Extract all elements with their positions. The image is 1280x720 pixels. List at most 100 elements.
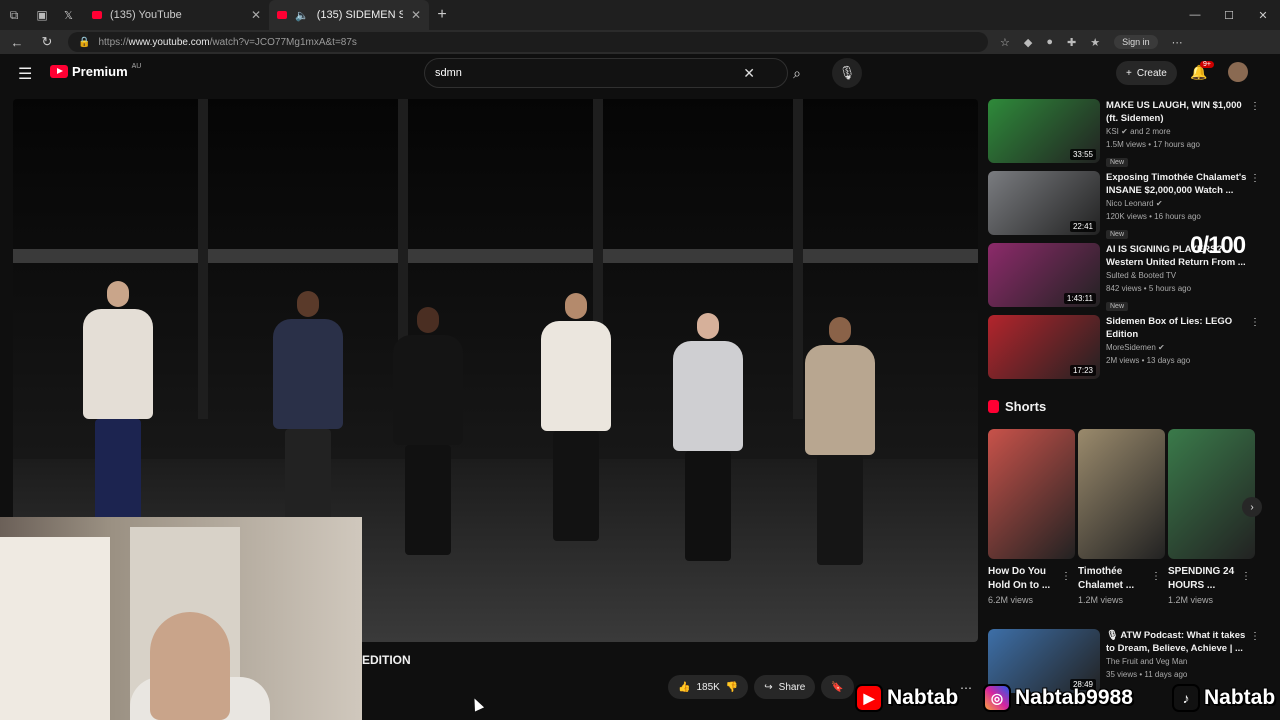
- share-button[interactable]: ↪ Share: [754, 675, 816, 699]
- kebab-menu-icon[interactable]: ⋮: [1061, 571, 1071, 582]
- sign-in-button[interactable]: Sign in: [1114, 35, 1158, 49]
- youtube-favicon-icon: [277, 11, 287, 19]
- youtube-premium-logo[interactable]: Premium AU: [50, 63, 141, 79]
- puzzle-icon[interactable]: ✚: [1067, 36, 1076, 49]
- short-title[interactable]: SPENDING 24 HOURS ...: [1168, 565, 1238, 593]
- short-title[interactable]: How Do You Hold On to ...: [988, 565, 1058, 593]
- short-thumbnail[interactable]: [1168, 429, 1255, 559]
- video-pillar: [793, 99, 803, 419]
- maximize-icon[interactable]: ☐: [1212, 9, 1246, 22]
- channel-name[interactable]: MoreSidemen: [1106, 343, 1156, 352]
- video-thumbnail[interactable]: 22:41: [988, 171, 1100, 235]
- kebab-menu-icon[interactable]: ⋮: [1250, 631, 1260, 642]
- search-input[interactable]: sdmn ✕ ⌕: [424, 58, 801, 88]
- shorts-heading: Shorts: [988, 399, 1046, 414]
- video-thumbnail[interactable]: 33:55: [988, 99, 1100, 163]
- tab-actions-icon[interactable]: ▣: [28, 0, 56, 30]
- share-label: Share: [778, 681, 806, 693]
- verified-icon: ✔: [1158, 343, 1165, 352]
- duration-badge: 17:23: [1069, 365, 1096, 376]
- back-icon[interactable]: ←: [8, 35, 26, 50]
- share-icon: ↪: [764, 681, 773, 693]
- save-button[interactable]: 🔖: [821, 675, 854, 699]
- tab-youtube-home[interactable]: (135) YouTube ✕: [84, 0, 269, 30]
- video-beam: [13, 249, 978, 263]
- thumbs-up-icon: 👍: [678, 681, 691, 693]
- new-tab-icon[interactable]: +: [429, 6, 455, 24]
- channel-name[interactable]: KSI: [1106, 127, 1119, 136]
- video-meta: 1.5M views • 17 hours ago: [1106, 140, 1200, 149]
- short-item[interactable]: SPENDING 24 HOURS ... 1.2M views ⋮: [1168, 429, 1255, 605]
- tab-title: (135) YouTube: [110, 9, 182, 21]
- avatar[interactable]: [1228, 62, 1248, 82]
- webcam-face: [150, 612, 230, 720]
- recommended-video[interactable]: 22:41 Exposing Timothée Chalamet's INSAN…: [988, 171, 1268, 239]
- mic-icon[interactable]: 🎙: [832, 58, 862, 88]
- clear-search-icon[interactable]: ✕: [743, 65, 755, 82]
- kebab-menu-icon[interactable]: ⋮: [1250, 173, 1260, 184]
- bookmark-icon: 🔖: [831, 681, 844, 693]
- video-title[interactable]: Exposing Timothée Chalamet's INSANE $2,0…: [1106, 171, 1254, 197]
- kebab-menu-icon[interactable]: ⋮: [1250, 101, 1260, 112]
- new-badge: New: [1106, 230, 1129, 239]
- youtube-logo-icon: ▶: [855, 684, 883, 712]
- video-pillar: [198, 99, 208, 419]
- close-window-icon[interactable]: ✕: [1246, 9, 1280, 22]
- video-title[interactable]: 🎙 ATW Podcast: What it takes to Dream, B…: [1106, 629, 1254, 655]
- favorite-star-icon[interactable]: ☆: [1000, 36, 1010, 49]
- channel-name[interactable]: Nico Leonard: [1106, 199, 1154, 208]
- verified-icon: ✔: [1121, 127, 1128, 136]
- kebab-menu-icon[interactable]: ⋮: [1151, 571, 1161, 582]
- create-button[interactable]: + Create: [1116, 61, 1177, 85]
- score-overlay: 0/100: [1190, 232, 1246, 259]
- channel-name[interactable]: Sulted & Booted TV: [1106, 269, 1254, 282]
- like-button[interactable]: 👍 185K 👎: [668, 675, 749, 699]
- video-meta: 120K views • 16 hours ago: [1106, 212, 1201, 221]
- speaker-icon[interactable]: 🔈: [295, 9, 309, 22]
- short-title[interactable]: Timothée Chalamet ...: [1078, 565, 1148, 593]
- tab-sidemen-video[interactable]: 🔈 (135) SIDEMEN SPEND $100 ✕: [269, 0, 429, 30]
- notification-count-badge: 9+: [1200, 61, 1214, 68]
- close-tab-icon[interactable]: ✕: [411, 8, 421, 22]
- short-item[interactable]: How Do You Hold On to ... 6.2M views ⋮: [988, 429, 1075, 605]
- lock-icon[interactable]: 🔒: [78, 37, 90, 48]
- tab-title: (135) SIDEMEN SPEND $100: [316, 9, 403, 21]
- menu-icon[interactable]: ☰: [18, 64, 32, 84]
- extension-icon[interactable]: ◆: [1024, 36, 1032, 49]
- short-item[interactable]: Timothée Chalamet ... 1.2M views ⋮: [1078, 429, 1165, 605]
- extension-icon[interactable]: ●: [1046, 36, 1053, 48]
- more-icon[interactable]: ⋯: [1172, 36, 1183, 49]
- channel-name[interactable]: The Fruit and Veg Man: [1106, 655, 1254, 668]
- video-title[interactable]: MAKE US LAUGH, WIN $1,000 (ft. Sidemen): [1106, 99, 1254, 125]
- video-title[interactable]: Sidemen Box of Lies: LEGO Edition: [1106, 315, 1254, 341]
- address-bar: ← ↻ 🔒 https://www.youtube.com/watch?v=JC…: [0, 30, 1280, 54]
- minimize-icon[interactable]: —: [1178, 9, 1212, 22]
- recommended-video[interactable]: 33:55 MAKE US LAUGH, WIN $1,000 (ft. Sid…: [988, 99, 1268, 167]
- thumbs-down-icon[interactable]: 👎: [726, 682, 738, 693]
- collab-label: and 2 more: [1130, 127, 1171, 136]
- video-person: [673, 313, 743, 561]
- more-actions-icon[interactable]: ⋯: [960, 681, 972, 695]
- favorites-icon[interactable]: ★: [1090, 36, 1100, 49]
- kebab-menu-icon[interactable]: ⋮: [1241, 571, 1251, 582]
- tab-x[interactable]: 𝕏: [56, 0, 84, 30]
- reload-icon[interactable]: ↻: [38, 34, 56, 50]
- video-actions: 👍 185K 👎 ↪ Share 🔖: [668, 675, 854, 699]
- close-tab-icon[interactable]: ✕: [251, 8, 261, 22]
- overlay-youtube-handle: ▶ Nabtab: [855, 683, 958, 713]
- workspaces-icon[interactable]: ⧉: [0, 0, 28, 30]
- video-thumbnail[interactable]: 17:23: [988, 315, 1100, 379]
- search-value: sdmn: [435, 67, 462, 79]
- search-icon[interactable]: ⌕: [793, 65, 801, 82]
- instagram-handle: Nabtab9988: [1015, 686, 1133, 709]
- video-meta: 2M views • 13 days ago: [1106, 356, 1191, 365]
- chevron-right-icon[interactable]: ›: [1242, 497, 1262, 517]
- recommended-video[interactable]: 17:23 Sidemen Box of Lies: LEGO Edition …: [988, 315, 1268, 379]
- youtube-logo-icon: [50, 65, 68, 78]
- short-thumbnail[interactable]: [988, 429, 1075, 559]
- short-views: 1.2M views: [1078, 595, 1124, 605]
- short-thumbnail[interactable]: [1078, 429, 1165, 559]
- kebab-menu-icon[interactable]: ⋮: [1250, 317, 1260, 328]
- video-thumbnail[interactable]: 1:43:11: [988, 243, 1100, 307]
- url-field[interactable]: 🔒 https://www.youtube.com/watch?v=JCO77M…: [68, 32, 988, 52]
